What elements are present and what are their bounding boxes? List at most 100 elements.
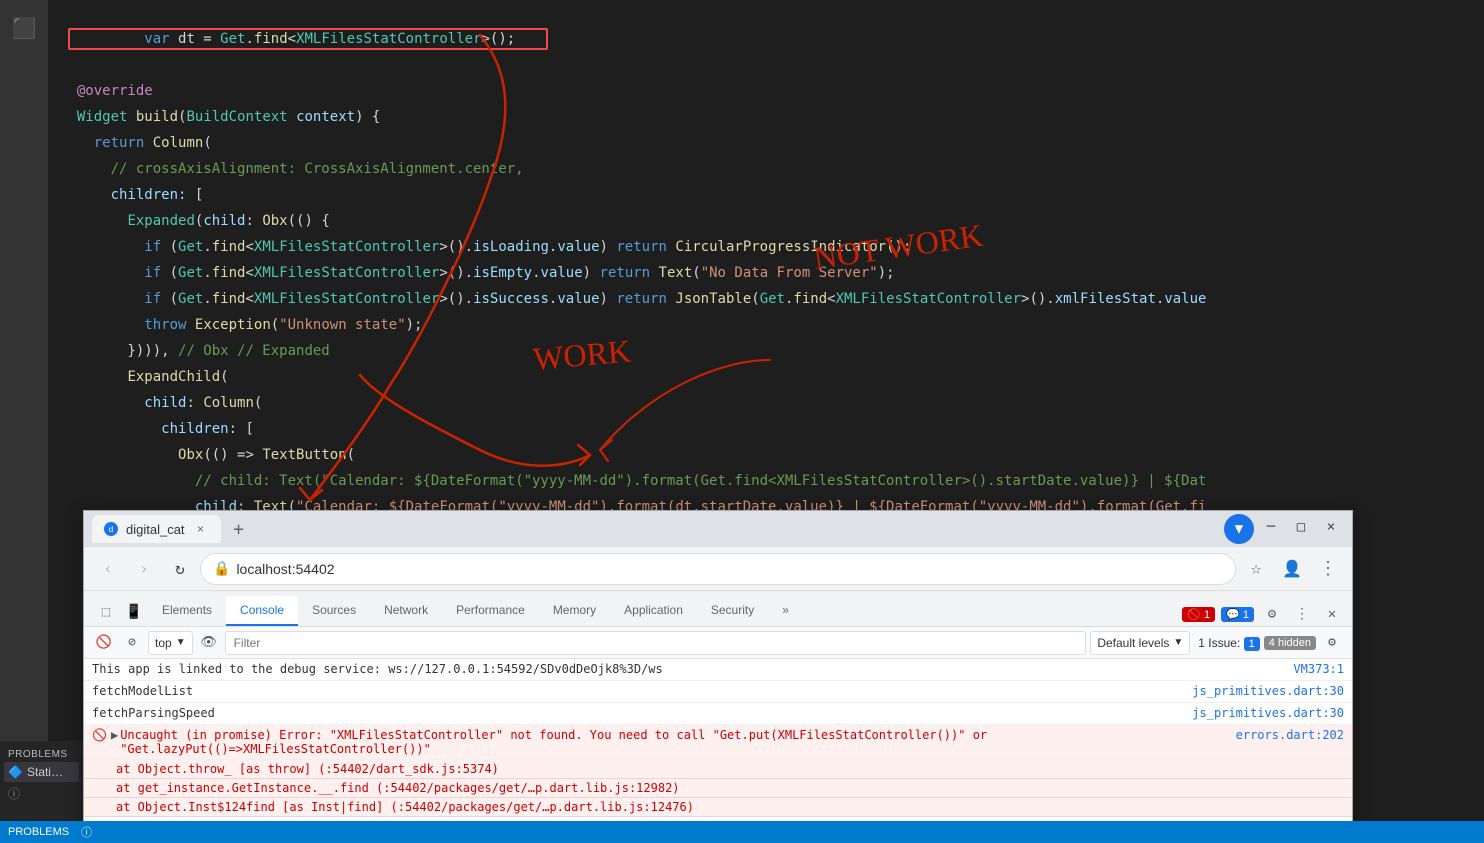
console-line-1: This app is linked to the debug service:…: [84, 659, 1352, 681]
chrome-back-btn[interactable]: ‹: [92, 553, 124, 585]
chrome-forward-btn[interactable]: ›: [128, 553, 160, 585]
context-selector[interactable]: top ▼: [148, 631, 193, 655]
console-filter-input[interactable]: [225, 631, 1087, 655]
devtools-clear-btn[interactable]: 🚫: [92, 631, 116, 655]
chrome-close-btn[interactable]: ×: [1318, 514, 1344, 540]
chrome-more-btn[interactable]: ⋮: [1312, 553, 1344, 585]
error-detail-2: at get_instance.GetInstance.__.find (:54…: [84, 779, 1352, 798]
context-label: top: [155, 636, 172, 650]
chrome-account-btn[interactable]: 👤: [1276, 553, 1308, 585]
code-line-24: 24 Widget build(BuildContext context) {: [0, 104, 1484, 130]
chrome-maximize-btn[interactable]: □: [1288, 514, 1314, 540]
code-line-31: 31 if (Get.find<XMLFilesStatController>(…: [0, 286, 1484, 312]
code-line-28: 28 Expanded(child: Obx(() {: [0, 208, 1484, 234]
code-line-30: 30 if (Get.find<XMLFilesStatController>(…: [0, 260, 1484, 286]
console-line-3: fetchParsingSpeed js_primitives.dart:30: [84, 703, 1352, 725]
problems-label[interactable]: PROBLEMS: [8, 826, 69, 838]
console-output: This app is linked to the debug service:…: [84, 659, 1352, 842]
devtools-error-count: 🚫 1: [1182, 607, 1215, 622]
sidebar-icon: 🔷: [8, 765, 23, 779]
vscode-status-bar: PROBLEMS ⓘ: [0, 821, 1484, 843]
sidebar-info-icon: ⓘ: [8, 785, 20, 802]
levels-chevron: ▼: [1173, 637, 1183, 648]
devtools-tab-more[interactable]: »: [768, 596, 803, 626]
devtools-tab-sources[interactable]: Sources: [298, 596, 370, 626]
activity-bar: ⬛: [0, 0, 48, 821]
address-lock-icon: 🔒: [213, 560, 230, 577]
chrome-titlebar: d digital_cat × + ▼ ─ □ ×: [84, 511, 1352, 547]
console-source-1[interactable]: VM373:1: [1293, 662, 1344, 676]
error-detail-3: at Object.Inst$124find [as Inst|find] (:…: [84, 798, 1352, 817]
levels-label: Default levels: [1097, 636, 1169, 650]
devtools-tab-memory[interactable]: Memory: [539, 596, 610, 626]
devtools-preserve-log-btn[interactable]: ⊘: [120, 631, 144, 655]
devtools-tab-console[interactable]: Console: [226, 596, 298, 626]
chrome-window-controls: ▼ ─ □ ×: [1224, 514, 1344, 544]
hidden-badge: 4 hidden: [1264, 636, 1316, 650]
chrome-tab-digital-cat[interactable]: d digital_cat ×: [92, 515, 221, 543]
status-info: ⓘ: [81, 824, 92, 840]
chrome-reload-btn[interactable]: ↻: [164, 553, 196, 585]
console-source-2[interactable]: js_primitives.dart:30: [1192, 684, 1344, 698]
code-line-38: 38 // child: Text("Calendar: ${DateForma…: [0, 468, 1484, 494]
chrome-window: d digital_cat × + ▼ ─ □ × ‹ › ↻ 🔒 localh…: [83, 510, 1353, 843]
code-line-37: 37 Obx(() => TextButton(: [0, 442, 1484, 468]
code-line-39: 39 child: Text("Calendar: ${DateFormat("…: [0, 494, 1484, 510]
chrome-tab-title: digital_cat: [126, 522, 185, 537]
console-source-3[interactable]: js_primitives.dart:30: [1192, 706, 1344, 720]
devtools-toolbar: 🚫 ⊘ top ▼ 👁 Default levels ▼ 1 Issue: 1 …: [84, 627, 1352, 659]
chrome-tab-favicon: d: [104, 522, 118, 536]
issue-badge: 1: [1244, 637, 1260, 651]
devtools-inspect-btn[interactable]: ⬚: [92, 598, 120, 626]
code-line-21: 21 var dt = Get.find<XMLFilesStatControl…: [0, 26, 1484, 52]
context-dropdown-icon: ▼: [176, 637, 186, 648]
devtools-tab-performance[interactable]: Performance: [442, 596, 539, 626]
devtools-panel: ⬚ 📱 Elements Console Sources Network Per…: [84, 591, 1352, 842]
chrome-toolbar-right: ☆ 👤 ⋮: [1240, 553, 1344, 585]
code-line-32: 32 throw Exception("Unknown state");: [0, 312, 1484, 338]
devtools-tab-network[interactable]: Network: [370, 596, 442, 626]
console-line-2: fetchModelList js_primitives.dart:30: [84, 681, 1352, 703]
devtools-tab-security[interactable]: Security: [697, 596, 768, 626]
devtools-tab-elements[interactable]: Elements: [148, 596, 226, 626]
devtools-warning-count: 💬 1: [1221, 607, 1254, 622]
devtools-tab-application[interactable]: Application: [610, 596, 697, 626]
devtools-close-btn[interactable]: ✕: [1320, 602, 1344, 626]
levels-dropdown[interactable]: Default levels ▼: [1090, 631, 1190, 655]
error-icon: 🚫: [92, 728, 107, 742]
code-lines: 20 21 var dt = Get.find<XMLFilesStatCont…: [0, 0, 1484, 510]
devtools-settings2-btn[interactable]: ⚙: [1320, 631, 1344, 655]
chrome-new-tab-btn[interactable]: +: [225, 515, 253, 543]
code-line-27: 27 children: [: [0, 182, 1484, 208]
code-editor: 20 21 var dt = Get.find<XMLFilesStatCont…: [0, 0, 1484, 510]
chrome-address-bar[interactable]: 🔒 localhost:54402: [200, 553, 1236, 585]
devtools-tabs: ⬚ 📱 Elements Console Sources Network Per…: [84, 591, 1352, 627]
code-line-26: 26 // crossAxisAlignment: CrossAxisAlign…: [0, 156, 1484, 182]
devtools-more-btn[interactable]: ⋮: [1290, 602, 1314, 626]
sidebar-panel: PROBLEMS 🔷 Stati… ⓘ: [0, 741, 83, 821]
chrome-star-btn[interactable]: ☆: [1240, 553, 1272, 585]
sidebar-item-label: Stati…: [27, 765, 63, 779]
expand-arrow[interactable]: ▶: [111, 728, 118, 742]
chrome-url: localhost:54402: [236, 561, 334, 577]
code-line-34: 34 ExpandChild(: [0, 364, 1484, 390]
code-line-35: 35 💡 child: Column(: [0, 390, 1484, 416]
console-source-error[interactable]: errors.dart:202: [1236, 728, 1344, 742]
devtools-device-btn[interactable]: 📱: [120, 598, 148, 626]
sidebar-item-static[interactable]: 🔷 Stati…: [4, 762, 79, 782]
code-line-33: 33 }))), // Obx // Expanded: [0, 338, 1484, 364]
devtools-settings-btn[interactable]: ⚙: [1260, 602, 1284, 626]
error-detail-1: at Object.throw_ [as throw] (:54402/dart…: [84, 760, 1352, 779]
chrome-profile-btn[interactable]: ▼: [1224, 514, 1254, 544]
sidebar-header: PROBLEMS: [4, 745, 79, 762]
code-line-25: 25 return Column(: [0, 130, 1484, 156]
chrome-minimize-btn[interactable]: ─: [1258, 514, 1284, 540]
issue-count-label: 1 Issue: 1: [1198, 636, 1260, 650]
activity-explorer[interactable]: ⬛: [4, 8, 45, 48]
chrome-tab-close-btn[interactable]: ×: [193, 521, 209, 537]
code-line-36: 36 children: [: [0, 416, 1484, 442]
chrome-navbar: ‹ › ↻ 🔒 localhost:54402 ☆ 👤 ⋮: [84, 547, 1352, 591]
code-line-29: 29 if (Get.find<XMLFilesStatController>(…: [0, 234, 1484, 260]
devtools-eye-btn[interactable]: 👁: [197, 631, 221, 655]
sidebar-item-info[interactable]: ⓘ: [4, 782, 79, 805]
